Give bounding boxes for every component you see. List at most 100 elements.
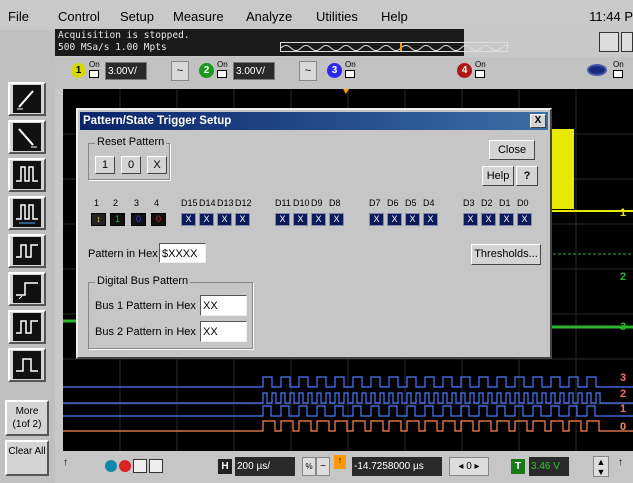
- digital-bit-value[interactable]: X: [387, 213, 402, 226]
- menu-help[interactable]: Help: [381, 9, 408, 24]
- reset-x-button[interactable]: X: [147, 156, 167, 174]
- analog-bit-value[interactable]: 0: [151, 213, 166, 226]
- digital-bit-value[interactable]: X: [181, 213, 196, 226]
- timeout-trigger-button[interactable]: [8, 310, 46, 344]
- digital-bit-value[interactable]: X: [517, 213, 532, 226]
- channel-2-on-checkbox[interactable]: On: [217, 61, 230, 78]
- display-mode-icon[interactable]: [621, 32, 633, 52]
- channel-1-scale[interactable]: 3.00V/: [105, 62, 147, 80]
- digital-bit-value[interactable]: X: [369, 213, 384, 226]
- digital-bit-value[interactable]: X: [293, 213, 308, 226]
- more-trigger-button[interactable]: More (1of 2): [5, 400, 49, 436]
- help-button[interactable]: Help: [482, 166, 514, 186]
- analog-bit-value[interactable]: ↕: [91, 213, 106, 226]
- digital-bus-group: Digital Bus Pattern Bus 1 Pattern in Hex…: [88, 275, 253, 349]
- reset-1-button[interactable]: 1: [95, 156, 115, 174]
- context-help-icon[interactable]: ?: [516, 166, 538, 186]
- timebase-coarse-button[interactable]: ~: [316, 457, 330, 476]
- digital-bit-label: D8: [329, 198, 341, 208]
- channel-2-on-label: On: [217, 60, 228, 69]
- analog-bit-value[interactable]: 1: [110, 213, 125, 226]
- dialog-close-icon[interactable]: X: [530, 114, 546, 128]
- scroll-down-icon[interactable]: ↑: [618, 457, 628, 471]
- falling-edge-icon: [13, 123, 41, 151]
- digital-bit-value[interactable]: X: [405, 213, 420, 226]
- channel-1-icon[interactable]: 1: [71, 63, 86, 78]
- digital-bit-label: D12: [235, 198, 252, 208]
- channel-4-icon[interactable]: 4: [457, 63, 472, 78]
- channel-3-on-checkbox[interactable]: On: [345, 61, 358, 78]
- state-icon: [13, 275, 41, 303]
- menu-control[interactable]: Control: [58, 9, 100, 24]
- transition-trigger-button[interactable]: [8, 348, 46, 382]
- red-marker-icon[interactable]: [119, 460, 131, 472]
- channel-1-on-checkbox[interactable]: On: [89, 61, 102, 78]
- digital-bit-value[interactable]: X: [423, 213, 438, 226]
- channel-2-icon[interactable]: 2: [199, 63, 214, 78]
- channel-4-on-checkbox[interactable]: On: [475, 61, 488, 78]
- state-trigger-button[interactable]: [8, 272, 46, 306]
- delay-nav-buttons[interactable]: ◂ 0 ▸: [449, 457, 489, 476]
- digital-bit-value[interactable]: X: [275, 213, 290, 226]
- menu-analyze[interactable]: Analyze: [246, 9, 292, 24]
- bus1-input[interactable]: XX: [200, 295, 247, 316]
- analog-bit-label: 1: [94, 198, 100, 208]
- digital-bit-value[interactable]: X: [463, 213, 478, 226]
- digital-bit-label: D14: [199, 198, 216, 208]
- bus1-label: Bus 1 Pattern in Hex: [95, 300, 196, 312]
- memory-bar[interactable]: [280, 42, 508, 52]
- digital-bit-value[interactable]: X: [329, 213, 344, 226]
- digital-bit-value[interactable]: X: [199, 213, 214, 226]
- run-mode-icon[interactable]: [599, 32, 619, 52]
- clear-all-button[interactable]: Clear All: [5, 440, 49, 476]
- delay-field[interactable]: -14.7258000 µs: [352, 457, 442, 476]
- cyan-marker-icon[interactable]: [105, 460, 117, 472]
- menu-utilities[interactable]: Utilities: [316, 9, 358, 24]
- analog-bit-value[interactable]: 0: [131, 213, 146, 226]
- menu-file[interactable]: File: [8, 9, 29, 24]
- digital-on-checkbox[interactable]: On: [613, 61, 626, 78]
- channel-2-scale-spinner[interactable]: ~: [299, 61, 317, 81]
- digital-bit-value[interactable]: X: [499, 213, 514, 226]
- trace-label: 3: [620, 321, 627, 333]
- edge-rising-trigger-button[interactable]: [8, 82, 46, 116]
- digital-bit-value[interactable]: X: [235, 213, 250, 226]
- digital-channels-icon[interactable]: [587, 64, 607, 76]
- menu-measure[interactable]: Measure: [173, 9, 224, 24]
- timebase-fine-button[interactable]: %: [302, 457, 316, 476]
- trigger-level-field[interactable]: 3.46 V: [529, 457, 569, 476]
- trigger-level-spinner[interactable]: ▲ ▼: [593, 456, 609, 477]
- trace-label: 2: [620, 388, 627, 400]
- clock: 11:44 P: [589, 9, 633, 24]
- digital-bit-value[interactable]: X: [481, 213, 496, 226]
- digital-bit-value[interactable]: X: [311, 213, 326, 226]
- dialog-titlebar: Pattern/State Trigger Setup X: [80, 112, 548, 130]
- scroll-up-icon[interactable]: ↑: [63, 457, 73, 471]
- timebase-icon: H: [218, 459, 232, 474]
- trace-label: 1: [620, 207, 627, 219]
- reset-0-button[interactable]: 0: [121, 156, 141, 174]
- pattern-trigger-button[interactable]: [8, 234, 46, 268]
- hex-input[interactable]: $XXXX: [159, 243, 206, 263]
- printer-icon[interactable]: [149, 459, 163, 473]
- digital-bit-value[interactable]: X: [217, 213, 232, 226]
- analog-bit-label: 3: [134, 198, 140, 208]
- channel-1-scale-spinner[interactable]: ~: [171, 61, 189, 81]
- camera-icon[interactable]: [133, 459, 147, 473]
- edge-falling-trigger-button[interactable]: [8, 120, 46, 154]
- glitch-trigger-button[interactable]: [8, 158, 46, 192]
- close-button[interactable]: Close: [489, 140, 535, 160]
- timeout-icon: [13, 313, 41, 341]
- thresholds-button[interactable]: Thresholds...: [471, 244, 541, 265]
- channel-3-icon[interactable]: 3: [327, 63, 342, 78]
- bus2-input[interactable]: XX: [200, 321, 247, 342]
- reset-pattern-group: Reset Pattern 1 0 X: [88, 136, 170, 180]
- menu-bar: File Control Setup Measure Analyze Utili…: [0, 0, 633, 28]
- pulse-width-trigger-button[interactable]: [8, 196, 46, 230]
- trace-label: 0: [620, 421, 627, 433]
- menu-setup[interactable]: Setup: [120, 9, 154, 24]
- channel-4-on-label: On: [475, 60, 486, 69]
- dialog-title: Pattern/State Trigger Setup: [83, 115, 232, 127]
- timebase-field[interactable]: 200 µs/: [235, 457, 295, 476]
- channel-2-scale[interactable]: 3.00V/: [233, 62, 275, 80]
